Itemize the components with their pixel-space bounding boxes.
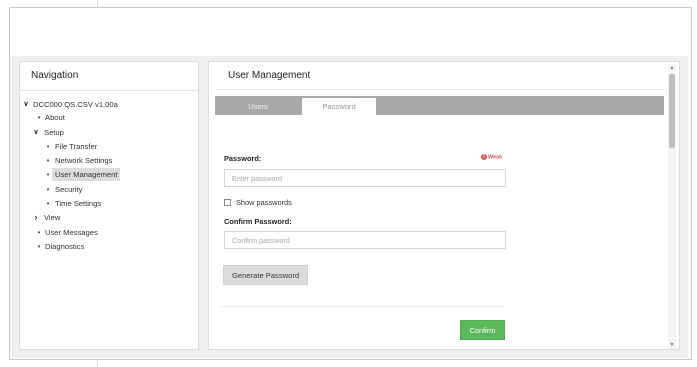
bullet-icon: • <box>46 156 50 165</box>
page-title: User Management <box>228 70 311 81</box>
chevron-down-icon[interactable]: ∨ <box>32 126 40 139</box>
tree-item-label: File Transfer <box>55 142 98 151</box>
password-label: Password: <box>224 154 262 163</box>
scrollbar[interactable]: ▲ ▼ <box>668 64 676 349</box>
tab-password[interactable]: Password <box>302 98 376 115</box>
tree-item-label: Security <box>55 185 83 194</box>
tree-item-label: Setup <box>44 128 64 137</box>
password-strength-text: Weak <box>488 154 503 161</box>
user-management-panel: User Management Users Password Password:… <box>208 61 680 350</box>
form-divider <box>221 306 504 307</box>
tree-item-label: About <box>45 113 65 122</box>
scrollbar-thumb[interactable] <box>669 74 675 148</box>
tree-item-label: Time Settings <box>55 199 102 208</box>
scroll-up-icon[interactable]: ▲ <box>668 64 676 72</box>
chevron-right-icon[interactable]: › <box>32 211 40 224</box>
tree-item-label: DCC000 QS.CSV v1.00a <box>33 100 118 109</box>
left-guide-line-bottom <box>97 360 98 367</box>
password-input[interactable] <box>224 169 506 187</box>
bullet-icon: • <box>37 242 41 251</box>
navigation-title: Navigation <box>20 62 198 91</box>
bullet-icon: • <box>37 113 41 122</box>
scroll-down-icon[interactable]: ▼ <box>668 341 676 349</box>
tree-item-label: User Messages <box>45 228 98 237</box>
confirm-password-input[interactable] <box>224 231 506 249</box>
title-divider <box>216 89 665 90</box>
tab-users[interactable]: Users <box>215 98 301 115</box>
warning-icon: ! <box>481 154 487 160</box>
chevron-down-icon[interactable]: ∨ <box>22 98 30 111</box>
left-guide-line <box>97 0 98 7</box>
navigation-panel: Navigation ∨ DCC000 QS.CSV v1.00a • Abou… <box>19 61 199 350</box>
generate-password-button[interactable]: Generate Password <box>223 265 309 285</box>
tree-item-label: Diagnostics <box>45 242 85 251</box>
bullet-icon: • <box>46 142 50 151</box>
confirm-button[interactable]: Confirm <box>460 320 505 340</box>
bullet-icon: • <box>46 199 50 208</box>
tree-item-label: View <box>44 213 61 222</box>
show-passwords-label[interactable]: Show passwords <box>236 198 292 207</box>
password-strength-indicator: ! Weak <box>481 154 502 160</box>
bullet-icon: • <box>46 170 50 179</box>
tree-item-label: Network Settings <box>55 156 113 165</box>
tree-item-label: User Management <box>52 168 121 181</box>
tab-bar: Users Password <box>215 96 664 115</box>
show-passwords-checkbox[interactable] <box>224 199 231 206</box>
bullet-icon: • <box>46 185 50 194</box>
bullet-icon: • <box>37 228 41 237</box>
confirm-password-label: Confirm Password: <box>224 217 292 226</box>
